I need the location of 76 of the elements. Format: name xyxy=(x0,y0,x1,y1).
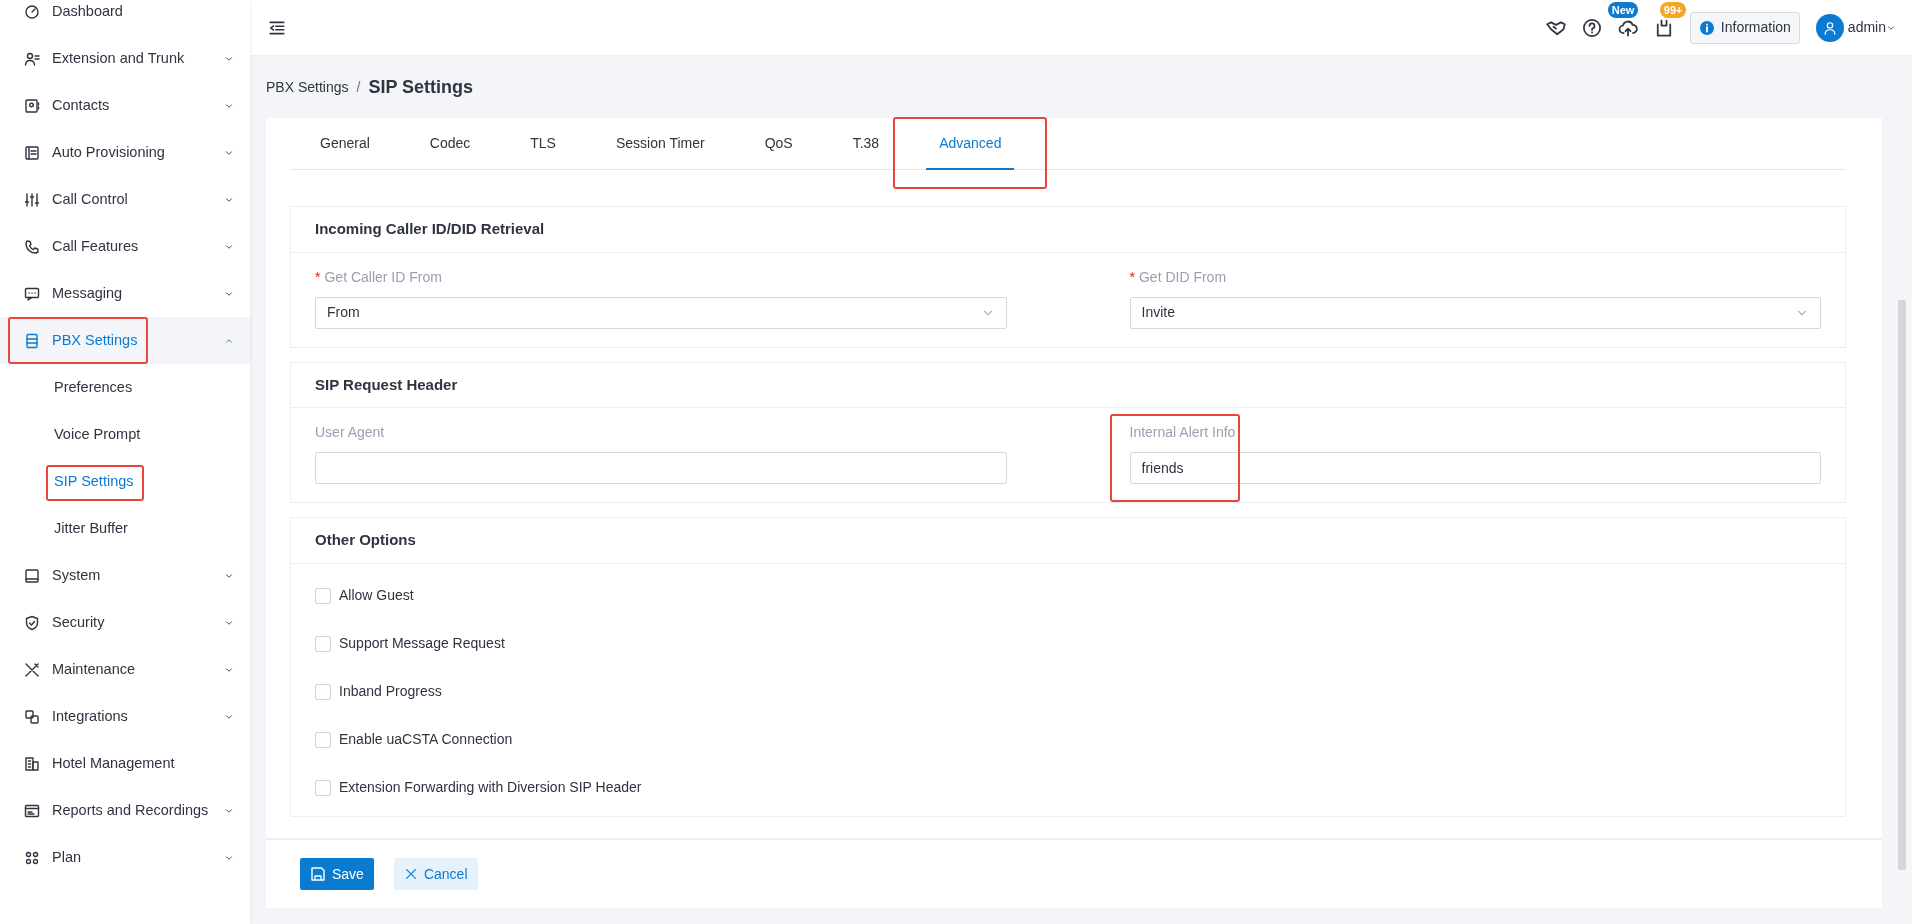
info-icon xyxy=(1698,19,1715,36)
avatar[interactable] xyxy=(1815,13,1844,42)
help-icon xyxy=(1581,17,1602,38)
notification-badge: New xyxy=(1607,1,1639,18)
sidebar-item[interactable]: Hotel Management xyxy=(0,740,250,787)
person-icon xyxy=(1822,20,1837,35)
dropdown-field[interactable]: Invite xyxy=(1129,296,1821,329)
checkbox-label: Support Message Request xyxy=(339,634,505,653)
sidebar-item[interactable]: Contacts xyxy=(0,82,250,129)
field-label: * Get Caller ID From xyxy=(315,267,442,287)
sidebar-item[interactable]: Auto Provisioning xyxy=(0,129,250,176)
information-button[interactable]: Information xyxy=(1689,11,1800,44)
save-button[interactable]: Save xyxy=(300,858,374,890)
sidebar-item[interactable]: PBX Settings xyxy=(0,317,250,364)
cancel-button[interactable]: Cancel xyxy=(393,858,478,890)
field-label: Internal Alert Info xyxy=(1129,423,1236,442)
sidebar-item[interactable]: Messaging xyxy=(0,270,250,317)
submenu-item[interactable]: SIP Settings xyxy=(0,458,250,505)
submenu-item[interactable]: Preferences xyxy=(0,364,250,411)
tab[interactable]: Session Timer xyxy=(585,118,735,169)
server-list-icon xyxy=(24,332,40,349)
tools-icon xyxy=(24,661,40,678)
checkbox[interactable] xyxy=(315,683,331,700)
sidebar-item[interactable]: Call Features xyxy=(0,223,250,270)
sidebar-item[interactable]: Dashboard xyxy=(0,0,250,35)
breadcrumb-separator: / xyxy=(356,77,361,97)
chat-icon xyxy=(24,285,40,302)
report-icon xyxy=(24,802,40,819)
submenu-item[interactable]: Voice Prompt xyxy=(0,411,250,458)
checkbox-label: Inband Progress xyxy=(339,682,442,701)
dropdown-field[interactable]: From xyxy=(315,296,1007,329)
shield-icon xyxy=(24,614,40,631)
sidebar-item[interactable]: Plan xyxy=(0,834,250,881)
notification-badge: 99+ xyxy=(1659,1,1687,18)
contact-card-icon xyxy=(24,97,40,114)
tab[interactable]: General xyxy=(290,118,400,169)
tab[interactable]: TLS xyxy=(500,118,586,169)
checkbox-label: Allow Guest xyxy=(339,586,414,605)
section-title: Incoming Caller ID/DID Retrieval xyxy=(291,207,1845,253)
field-label: * Get DID From xyxy=(1129,267,1227,287)
checkbox-label: Extension Forwarding with Diversion SIP Header xyxy=(339,778,642,797)
page-title: SIP Settings xyxy=(368,75,474,99)
user-menu[interactable]: admin xyxy=(1847,17,1896,38)
checkbox-label: Enable uaCSTA Connection xyxy=(339,730,513,749)
input-field[interactable] xyxy=(315,452,1007,484)
close-icon xyxy=(403,867,418,881)
document-stack-icon xyxy=(24,144,40,161)
gauge-icon xyxy=(24,3,40,20)
command-icon xyxy=(24,849,40,866)
checkbox[interactable] xyxy=(315,587,331,604)
section-title: Other Options xyxy=(291,518,1845,564)
sidebar-item[interactable]: Integrations xyxy=(0,693,250,740)
sidebar-item[interactable]: System xyxy=(0,552,250,599)
tab[interactable]: Advanced xyxy=(909,118,1032,169)
tab[interactable]: QoS xyxy=(734,118,823,169)
sliders-icon xyxy=(24,191,40,208)
breadcrumb-link[interactable]: PBX Settings xyxy=(266,76,349,98)
phone-icon xyxy=(24,238,40,255)
checkbox[interactable] xyxy=(315,779,331,796)
submenu-item[interactable]: Jitter Buffer xyxy=(0,505,250,552)
checkbox[interactable] xyxy=(315,731,331,748)
tab[interactable]: Codec xyxy=(399,118,501,169)
sidebar-item[interactable]: Call Control xyxy=(0,176,250,223)
scrollbar[interactable] xyxy=(1898,300,1906,870)
sidebar-item[interactable]: Maintenance xyxy=(0,646,250,693)
sidebar-item[interactable]: Extension and Trunk xyxy=(0,35,250,82)
sidebar-item[interactable]: Security xyxy=(0,599,250,646)
sidebar-item[interactable]: Reports and Recordings xyxy=(0,787,250,834)
checkbox[interactable] xyxy=(315,635,331,652)
person-list-icon xyxy=(24,50,40,67)
field-label: User Agent xyxy=(315,423,385,442)
section-title: SIP Request Header xyxy=(291,362,1845,408)
building-icon xyxy=(24,755,40,772)
input-field[interactable]: friends xyxy=(1129,452,1821,484)
tab[interactable]: T.38 xyxy=(822,118,910,169)
monitor-icon xyxy=(24,567,40,584)
